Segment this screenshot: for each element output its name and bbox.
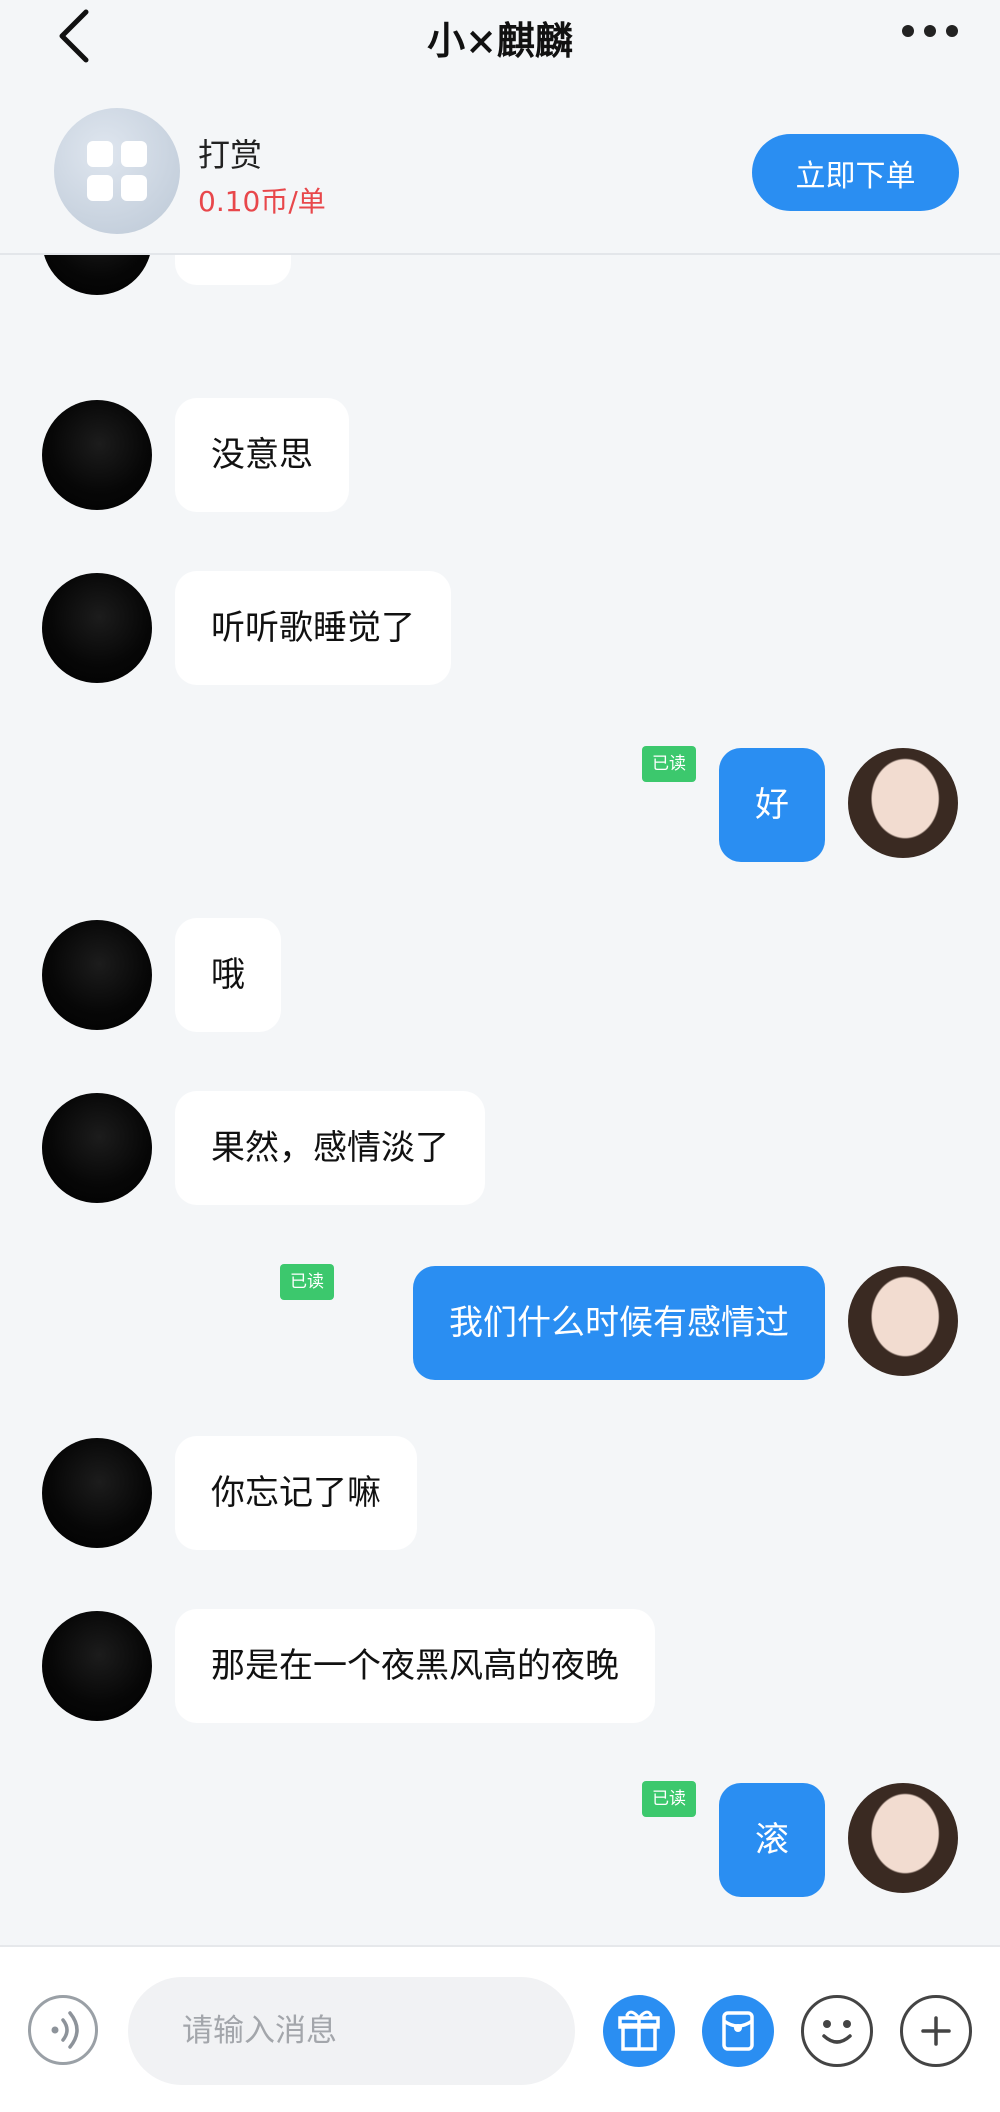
message-bubble[interactable]: 你忘记了嘛	[175, 1436, 417, 1550]
my-avatar[interactable]	[848, 1783, 958, 1893]
read-status-badge: 已读	[642, 746, 696, 782]
more-options-button[interactable]	[900, 16, 960, 46]
order-now-button[interactable]: 立即下单	[752, 134, 959, 211]
more-actions-button[interactable]	[900, 1995, 972, 2067]
contact-avatar[interactable]	[42, 920, 152, 1030]
contact-avatar[interactable]	[42, 1093, 152, 1203]
message-input[interactable]	[128, 1977, 575, 2085]
smiley-face-icon	[822, 2020, 852, 2044]
message-bubble[interactable]: 我们什么时候有感情过	[413, 1266, 825, 1380]
message-bubble[interactable]: 哦	[175, 918, 281, 1032]
grid-apps-icon	[87, 141, 147, 201]
plus-icon	[921, 2016, 951, 2046]
more-dots-icon	[902, 25, 958, 37]
message-bubble[interactable]: 听听歌睡觉了	[175, 571, 451, 685]
red-packet-icon	[722, 2011, 754, 2051]
service-thumbnail	[54, 108, 180, 234]
read-status-badge: 已读	[642, 1781, 696, 1817]
message-bubble[interactable]: 没意思	[175, 398, 349, 512]
my-avatar[interactable]	[848, 748, 958, 858]
emoji-button[interactable]	[801, 1995, 873, 2067]
contact-avatar[interactable]	[42, 1611, 152, 1721]
gift-icon	[618, 2010, 660, 2051]
service-name: 打赏	[198, 136, 263, 174]
sleeping-face-emoji	[207, 255, 259, 287]
message-bubble[interactable]: 滚	[719, 1783, 825, 1897]
top-bar: 小×麒麟	[0, 0, 1000, 75]
contact-avatar[interactable]	[42, 1438, 152, 1548]
order-card: 打赏 0.10币/单 立即下单	[0, 90, 1000, 255]
contact-avatar[interactable]	[42, 400, 152, 510]
red-packet-button[interactable]	[702, 1995, 774, 2067]
contact-avatar[interactable]	[42, 573, 152, 683]
voice-wave-icon	[51, 2011, 79, 2049]
voice-input-button[interactable]	[28, 1995, 98, 2065]
message-bubble[interactable]: 那是在一个夜黑风高的夜晚	[175, 1609, 655, 1723]
message-bubble[interactable]: 好	[719, 748, 825, 862]
message-bubble[interactable]	[175, 255, 291, 285]
gift-button[interactable]	[603, 1995, 675, 2067]
service-price: 0.10币/单	[198, 185, 326, 218]
my-avatar[interactable]	[848, 1266, 958, 1376]
chat-area[interactable]: 没意思 听听歌睡觉了 已读 好 哦 果然，感情淡了 已读 我们什么时候有感情过 …	[0, 255, 1000, 1943]
read-status-badge: 已读	[280, 1264, 334, 1300]
message-bubble[interactable]: 果然，感情淡了	[175, 1091, 485, 1205]
contact-avatar[interactable]	[42, 255, 152, 295]
composer-bar	[0, 1945, 1000, 2112]
page-title: 小×麒麟	[427, 18, 573, 63]
